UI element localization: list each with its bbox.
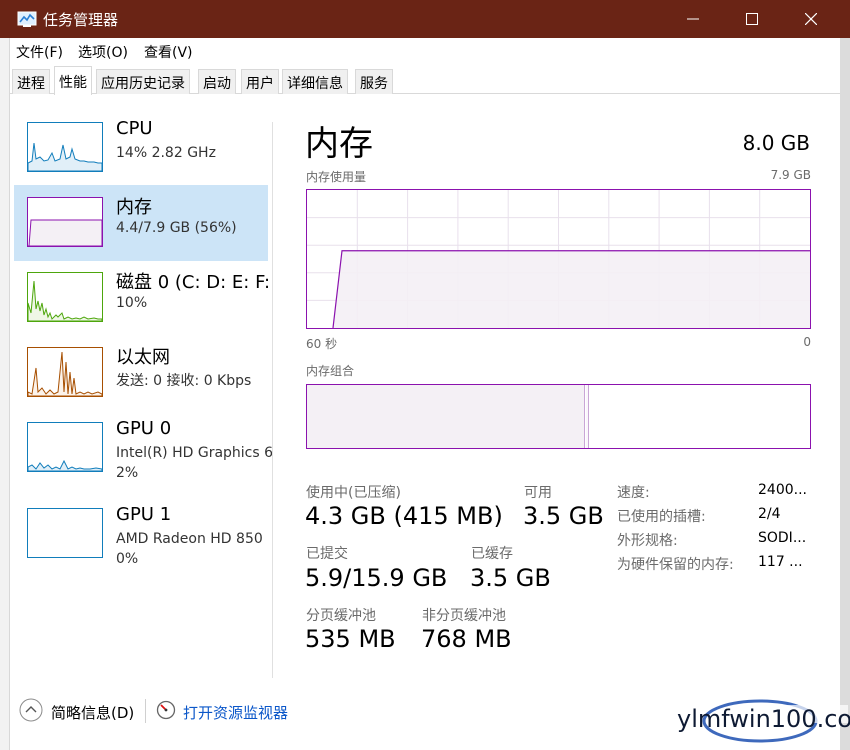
task-manager-window: 任务管理器 文件(F) 选项(O) 查看(V) 进程 性能 应用历史记录 启动 … <box>0 0 850 750</box>
graph-time-left: 60 秒 <box>306 337 338 351</box>
tab-processes[interactable]: 进程 <box>12 69 50 94</box>
sidebar-item-gpu0[interactable]: GPU 0 Intel(R) HD Graphics 6 2% <box>14 410 273 486</box>
tab-app-history[interactable]: 应用历史记录 <box>96 69 190 94</box>
menu-file[interactable]: 文件(F) <box>16 42 63 62</box>
sidebar-memory-title: 内存 <box>116 197 152 218</box>
memory-thumbnail-graph <box>27 197 103 247</box>
sidebar-item-ethernet[interactable]: 以太网 发送: 0 接收: 0 Kbps <box>14 335 268 411</box>
sidebar-cpu-title: CPU <box>116 118 153 139</box>
sidebar-ethernet-throughput: 发送: 0 接收: 0 Kbps <box>116 373 252 389</box>
spec-reserved-value: 117 ... <box>758 554 803 570</box>
watermark-text: ylmfwin100.com <box>677 705 850 733</box>
graph-time-right: 0 <box>803 335 811 349</box>
performance-sidebar: CPU 14% 2.82 GHz 内存 4.4/7.9 GB (56%) 磁盘 … <box>0 110 273 680</box>
sidebar-gpu1-title: GPU 1 <box>116 504 172 525</box>
disk-thumbnail-graph <box>27 272 103 322</box>
spec-reserved-label: 为硬件保留的内存: <box>617 557 734 573</box>
resource-monitor-icon[interactable] <box>156 700 176 720</box>
tab-services[interactable]: 服务 <box>355 69 393 94</box>
sidebar-gpu1-model: AMD Radeon HD 850 <box>116 531 263 547</box>
tab-performance[interactable]: 性能 <box>54 66 92 95</box>
sidebar-item-memory[interactable]: 内存 4.4/7.9 GB (56%) <box>14 185 268 261</box>
memory-composition-bar <box>306 384 811 449</box>
chevron-up-icon[interactable] <box>19 698 43 722</box>
page-title: 内存 <box>305 124 373 164</box>
spec-slots-label: 已使用的插槽: <box>617 509 706 525</box>
close-button[interactable] <box>782 0 840 38</box>
committed-label: 已提交 <box>306 546 348 562</box>
sidebar-ethernet-title: 以太网 <box>116 347 170 368</box>
window-border-right <box>840 38 850 750</box>
sidebar-gpu0-usage: 2% <box>116 465 139 481</box>
sidebar-disk-usage: 10% <box>116 295 148 311</box>
footer-separator <box>145 699 146 723</box>
maximize-button[interactable] <box>723 0 781 38</box>
cached-value: 3.5 GB <box>470 564 551 592</box>
spec-speed-value: 2400... <box>758 482 807 498</box>
task-manager-icon <box>17 9 37 29</box>
tab-startup[interactable]: 启动 <box>198 69 236 94</box>
tab-users[interactable]: 用户 <box>241 69 279 94</box>
gpu1-thumbnail-graph <box>27 508 103 558</box>
usage-graph-max: 7.9 GB <box>770 168 811 182</box>
sidebar-cpu-usage: 14% 2.82 GHz <box>116 145 216 161</box>
tab-details[interactable]: 详细信息 <box>282 69 348 94</box>
composition-in-use <box>307 385 585 448</box>
cpu-thumbnail-graph <box>27 122 103 172</box>
sidebar-disk-title: 磁盘 0 (C: D: E: F: <box>116 272 271 293</box>
spec-speed-label: 速度: <box>617 485 650 501</box>
available-label: 可用 <box>524 485 552 501</box>
sidebar-memory-usage: 4.4/7.9 GB (56%) <box>116 220 237 236</box>
nonpaged-pool-label: 非分页缓冲池 <box>422 608 506 624</box>
ethernet-thumbnail-graph <box>27 347 103 397</box>
sidebar-item-disk[interactable]: 磁盘 0 (C: D: E: F: 10% <box>14 260 271 336</box>
menu-options[interactable]: 选项(O) <box>78 42 128 62</box>
window-title: 任务管理器 <box>43 11 119 29</box>
cached-label: 已缓存 <box>471 546 513 562</box>
menu-view[interactable]: 查看(V) <box>144 42 193 62</box>
usage-graph-label: 内存使用量 <box>306 170 367 184</box>
total-memory: 8.0 GB <box>742 131 810 155</box>
sidebar-item-gpu1[interactable]: GPU 1 AMD Radeon HD 850 0% <box>14 496 268 572</box>
sidebar-item-cpu[interactable]: CPU 14% 2.82 GHz <box>14 110 268 186</box>
paged-pool-label: 分页缓冲池 <box>306 608 376 624</box>
memory-usage-area <box>333 250 810 328</box>
spec-slots-value: 2/4 <box>758 506 781 522</box>
sidebar-gpu0-title: GPU 0 <box>116 418 172 439</box>
nonpaged-pool-value: 768 MB <box>421 625 512 653</box>
in-use-label: 使用中(已压缩) <box>306 485 401 501</box>
composition-modified <box>586 385 589 448</box>
memory-usage-graph <box>306 189 811 329</box>
tab-bar: 进程 性能 应用历史记录 启动 用户 详细信息 服务 <box>10 66 840 95</box>
in-use-value: 4.3 GB (415 MB) <box>305 502 503 530</box>
title-bar[interactable]: 任务管理器 <box>0 0 850 38</box>
available-value: 3.5 GB <box>523 502 604 530</box>
sidebar-divider <box>272 122 273 678</box>
spec-form-factor-label: 外形规格: <box>617 533 678 549</box>
spec-form-factor-value: SODI... <box>758 530 807 546</box>
paged-pool-value: 535 MB <box>305 625 396 653</box>
open-resource-monitor-link[interactable]: 打开资源监视器 <box>183 702 288 723</box>
gpu0-thumbnail-graph <box>27 422 103 472</box>
composition-label: 内存组合 <box>306 364 355 378</box>
committed-value: 5.9/15.9 GB <box>305 564 448 592</box>
minimize-button[interactable] <box>664 0 722 38</box>
sidebar-gpu1-usage: 0% <box>116 551 139 567</box>
menu-bar: 文件(F) 选项(O) 查看(V) <box>10 38 840 64</box>
fewer-details-button[interactable]: 简略信息(D) <box>51 702 134 723</box>
sidebar-gpu0-model: Intel(R) HD Graphics 6 <box>116 445 273 461</box>
